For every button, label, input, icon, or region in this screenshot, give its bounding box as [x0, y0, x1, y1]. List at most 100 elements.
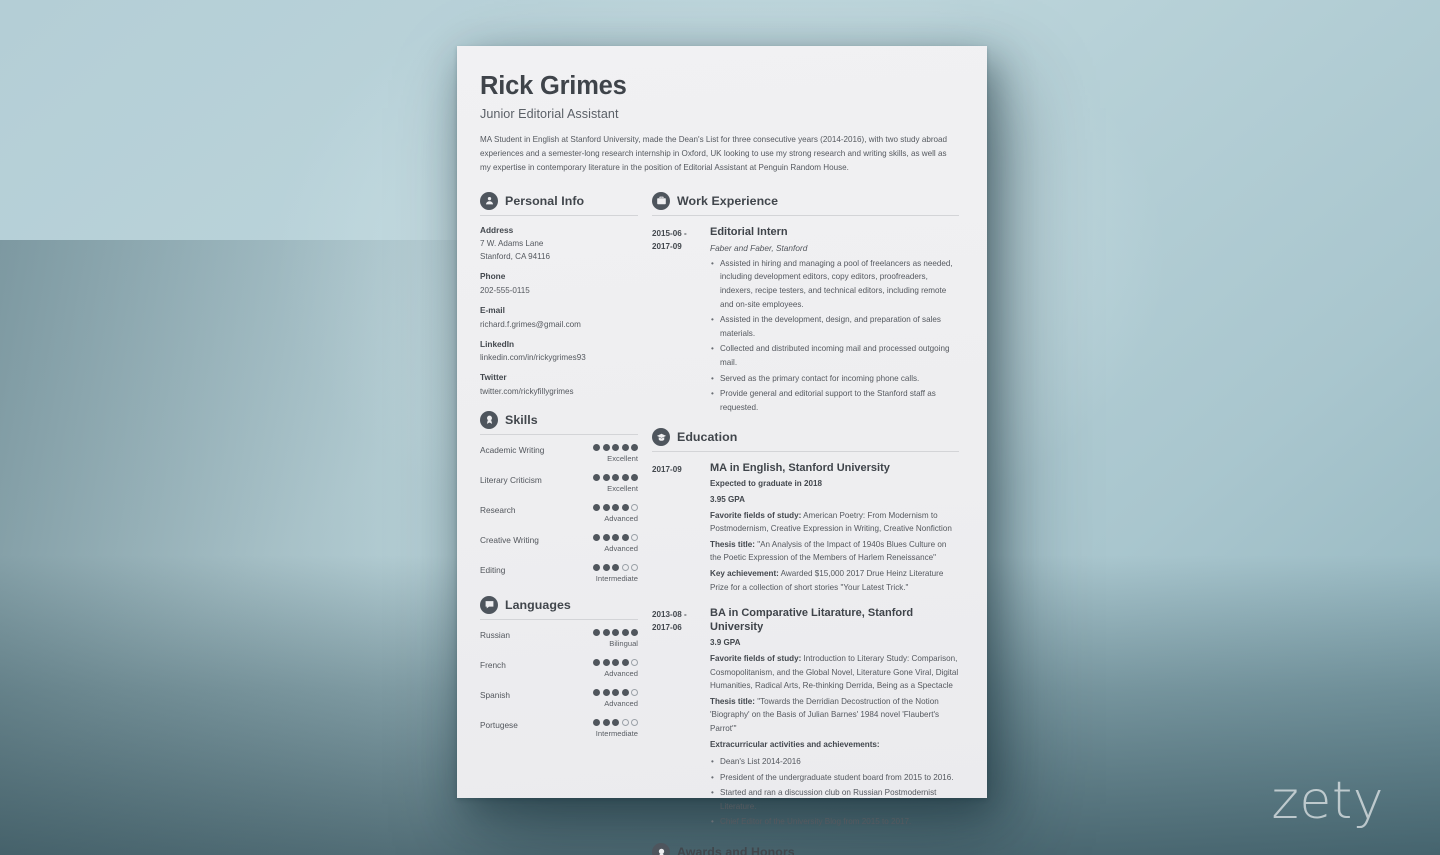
left-column: Personal Info Address 7 W. Adams Lane Stan… — [480, 191, 638, 749]
resume-header: Rick Grimes Junior Editorial Assistant M… — [480, 72, 959, 175]
personal-info-label: Address — [480, 224, 514, 235]
education-highlight: Expected to graduate in 2018 — [710, 479, 823, 489]
education-entry-body: MA in English, Stanford University Expect… — [710, 461, 959, 594]
rating-dot-filled — [602, 563, 610, 571]
language-item-rating: Bilingual — [593, 628, 638, 648]
language-item-name: Portugese — [480, 719, 518, 730]
section-title: Personal Info — [505, 193, 585, 208]
language-item: Russian Bilingual — [480, 628, 638, 648]
briefcase-icon — [652, 191, 670, 210]
rating-dot-filled — [621, 628, 629, 636]
personal-info-value: twitter.com/rickyfillygrimes — [480, 386, 574, 396]
personal-info-list: Address 7 W. Adams Lane Stanford, CA 94116… — [480, 225, 638, 398]
rating-dot-filled — [612, 473, 619, 481]
rating-dot-filled — [602, 473, 610, 481]
professional-summary: MA Student in English at Stanford Univer… — [480, 135, 948, 172]
candidate-name: Rick Grimes — [480, 72, 627, 100]
education-entry-body: BA in Comparative Litarature, Stanford U… — [710, 606, 959, 831]
rating-dot-filled — [621, 688, 629, 696]
rating-dots — [593, 443, 638, 451]
section-title: Awards and Honors — [677, 845, 795, 855]
rating-dot-filled — [593, 473, 600, 481]
rating-dot-filled — [593, 533, 600, 541]
rating-dot-filled — [612, 628, 619, 636]
bullet-item: Provide general and editorial support to… — [710, 387, 959, 414]
skill-item-rating: Excellent — [593, 443, 638, 463]
education-detail: Thesis title: "An Analysis of the Impact… — [710, 538, 959, 565]
skill-item-rating: Advanced — [593, 503, 638, 523]
language-item-level: Intermediate — [595, 728, 638, 738]
education-highlight: 3.95 GPA — [710, 495, 745, 505]
section-header: Skills — [480, 410, 638, 429]
rating-dot-empty — [631, 533, 638, 541]
graduation-cap-icon — [652, 428, 670, 447]
section-header: Languages — [480, 595, 638, 614]
skill-item: Academic Writing Excellent — [480, 443, 638, 463]
skill-item-name: Editing — [480, 564, 506, 575]
rating-dot-filled — [593, 503, 600, 511]
work-entry-bullets: Assisted in hiring and managing a pool o… — [710, 257, 959, 415]
rating-dot-filled — [593, 443, 600, 451]
bullet-item: President of the undergraduate student b… — [710, 771, 959, 785]
rating-dot-filled — [602, 503, 610, 511]
rating-dot-filled — [602, 533, 610, 541]
rating-dot-filled — [612, 688, 619, 696]
skill-item-level: Excellent — [607, 453, 638, 463]
speech-bubble-icon — [480, 595, 498, 614]
rating-dot-filled — [621, 533, 629, 541]
skill-item-name: Research — [480, 504, 516, 515]
personal-info-value: richard.f.grimes@gmail.com — [480, 319, 581, 329]
rating-dot-filled — [602, 443, 610, 451]
skill-item: Research Advanced — [480, 503, 638, 523]
personal-info-item: E-mail richard.f.grimes@gmail.com — [480, 305, 638, 331]
rating-dot-filled — [593, 628, 600, 636]
education-detail: Favorite fields of study: American Poetr… — [710, 509, 959, 536]
user-icon — [480, 191, 498, 210]
rating-dot-filled — [602, 688, 610, 696]
rating-dot-filled — [612, 563, 619, 571]
section-personal-info: Personal Info Address 7 W. Adams Lane Stan… — [480, 191, 638, 398]
skill-item: Creative Writing Advanced — [480, 533, 638, 553]
education-detail-label: Key achievement: — [710, 569, 779, 579]
rating-dot-empty — [621, 563, 629, 571]
rating-dots — [593, 563, 638, 571]
bullet-item: Dean's List 2014-2016 — [710, 755, 959, 769]
bullet-item: Served as the primary contact for incomi… — [710, 372, 959, 386]
personal-info-label: LinkedIn — [480, 338, 515, 349]
rating-dots — [593, 473, 638, 481]
rating-dot-filled — [621, 443, 629, 451]
personal-info-label: Twitter — [480, 372, 507, 383]
medal-icon — [652, 843, 670, 855]
skill-item-rating: Advanced — [593, 533, 638, 553]
ribbon-icon — [480, 410, 498, 429]
skill-item-level: Intermediate — [595, 573, 638, 583]
section-header: Work Experience — [652, 191, 959, 210]
education-detail-label: Thesis title: — [710, 696, 755, 706]
bullet-item: Chief Editor of the University Blog from… — [710, 815, 959, 829]
language-item: French Advanced — [480, 658, 638, 678]
rating-dot-filled — [621, 503, 629, 511]
rating-dot-filled — [593, 718, 600, 726]
personal-info-value: 7 W. Adams Lane Stanford, CA 94116 — [480, 239, 551, 262]
rating-dot-empty — [631, 688, 638, 696]
section-skills: Skills Academic Writing Excellent Literary… — [480, 410, 638, 583]
section-header: Education — [652, 428, 959, 447]
section-work-experience: Work Experience 2015-06 -2017-09 Editoria… — [652, 191, 959, 417]
education-entry-title: BA in Comparative Litarature, Stanford U… — [710, 607, 914, 634]
languages-list: Russian Bilingual French Advanced Spanish Adv… — [480, 628, 638, 738]
section-awards-and-honors: Awards and Honors 2017-022016 Drue Heinz… — [652, 843, 959, 855]
education-detail: Thesis title: "Towards the Derridian Dec… — [710, 695, 959, 736]
rating-dots — [593, 533, 638, 541]
rating-dot-filled — [612, 718, 619, 726]
section-title: Languages — [505, 597, 571, 612]
language-item: Portugese Intermediate — [480, 718, 638, 738]
bullet-item: Assisted in hiring and managing a pool o… — [710, 257, 959, 311]
language-item-name: Russian — [480, 629, 510, 640]
skill-item-level: Advanced — [604, 543, 638, 553]
rating-dot-filled — [593, 688, 600, 696]
skills-list: Academic Writing Excellent Literary Critic… — [480, 443, 638, 583]
rating-dot-filled — [631, 628, 638, 636]
section-title: Work Experience — [677, 193, 779, 208]
rating-dot-filled — [612, 533, 619, 541]
education-entry-title: MA in English, Stanford University — [710, 462, 890, 475]
